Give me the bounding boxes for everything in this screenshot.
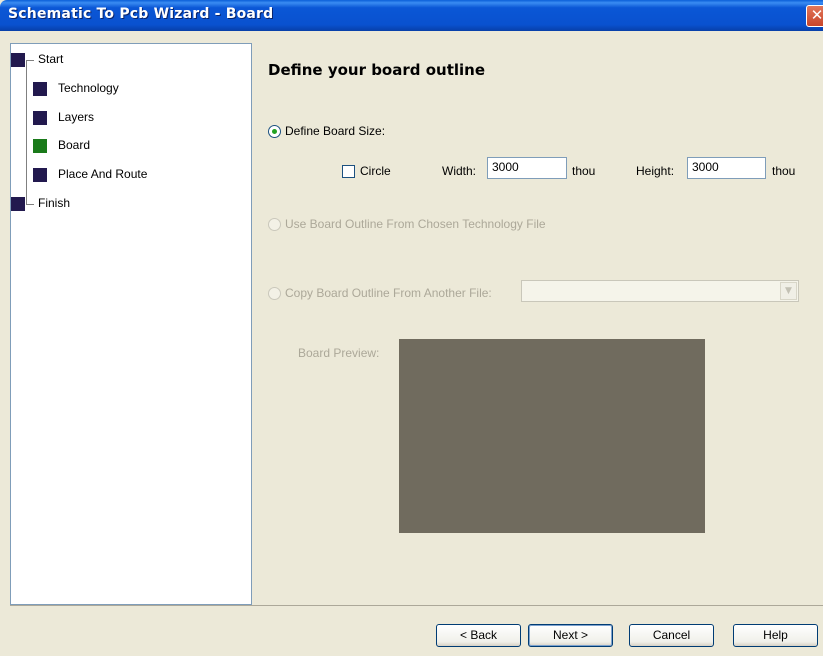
sidebar-item-place-and-route[interactable]: Place And Route xyxy=(11,165,241,183)
use-technology-file-radio[interactable] xyxy=(268,218,281,231)
width-input[interactable]: 3000 xyxy=(487,157,567,179)
sidebar-item-start[interactable]: Start xyxy=(11,50,241,68)
sidebar-item-finish[interactable]: Finish xyxy=(11,194,241,212)
chevron-down-icon: ▼ xyxy=(780,282,797,300)
sidebar-item-layers[interactable]: Layers xyxy=(11,108,241,126)
step-marker-icon xyxy=(33,111,47,125)
step-marker-icon xyxy=(33,82,47,96)
sidebar-item-technology[interactable]: Technology xyxy=(11,79,241,97)
width-unit: thou xyxy=(572,164,596,178)
close-button[interactable]: ✕ xyxy=(806,5,823,27)
define-board-size-label: Define Board Size: xyxy=(285,124,386,138)
sidebar-item-label: Technology xyxy=(58,81,119,95)
sidebar-item-label: Finish xyxy=(38,196,71,210)
sidebar-item-label: Board xyxy=(58,138,91,152)
next-button[interactable]: Next > xyxy=(528,624,613,647)
cancel-button[interactable]: Cancel xyxy=(629,624,714,647)
title-bar[interactable]: Schematic To Pcb Wizard - Board ✕ xyxy=(0,0,823,31)
radio-selected-dot xyxy=(272,129,277,134)
wizard-steps-panel: Start Technology Layers Board Place And … xyxy=(10,43,252,605)
height-unit: thou xyxy=(772,164,796,178)
sidebar-item-label: Layers xyxy=(58,110,95,124)
use-technology-file-label: Use Board Outline From Chosen Technology… xyxy=(285,217,546,231)
define-board-size-radio[interactable] xyxy=(268,125,281,138)
circle-checkbox[interactable] xyxy=(342,165,355,178)
sidebar-item-board[interactable]: Board xyxy=(11,136,241,154)
sidebar-item-label: Place And Route xyxy=(58,167,148,181)
footer-divider xyxy=(10,605,823,606)
step-marker-icon xyxy=(33,139,47,153)
sidebar-item-label: Start xyxy=(38,52,64,66)
source-file-dropdown[interactable]: ▼ xyxy=(521,280,799,302)
help-button[interactable]: Help xyxy=(733,624,818,647)
copy-from-file-radio[interactable] xyxy=(268,287,281,300)
board-preview-label: Board Preview: xyxy=(298,346,380,360)
circle-label: Circle xyxy=(360,164,391,178)
step-marker-icon xyxy=(11,197,25,211)
step-marker-icon xyxy=(33,168,47,182)
close-icon: ✕ xyxy=(810,6,823,24)
width-label: Width: xyxy=(442,164,477,178)
height-label: Height: xyxy=(636,164,675,178)
step-marker-icon xyxy=(11,53,25,67)
height-input[interactable]: 3000 xyxy=(687,157,766,179)
board-preview xyxy=(399,339,705,533)
back-button[interactable]: < Back xyxy=(436,624,521,647)
page-title: Define your board outline xyxy=(268,61,486,79)
wizard-window: Schematic To Pcb Wizard - Board ✕ Start … xyxy=(0,0,823,656)
copy-from-file-label: Copy Board Outline From Another File: xyxy=(285,286,492,300)
window-title: Schematic To Pcb Wizard - Board xyxy=(8,6,274,22)
